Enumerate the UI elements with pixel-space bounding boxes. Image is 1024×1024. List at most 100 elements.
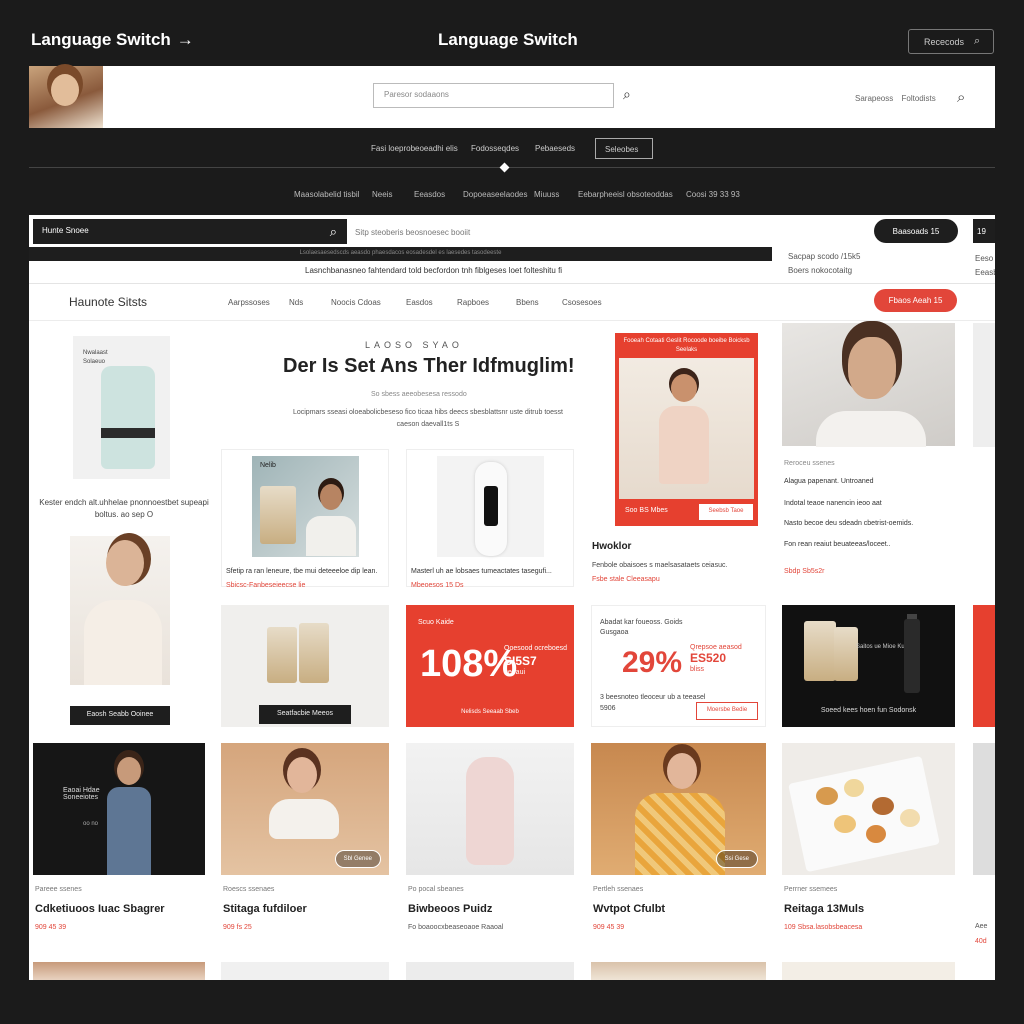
tile-overlay-text: Eaoai Hdae Soneeiotes (63, 787, 100, 801)
editorial-header: Fooeah Cotaati Geslit Rocoode boeibe Boi… (623, 338, 750, 353)
cut-off-card[interactable] (973, 323, 995, 447)
tile-price: 909 45 39 (593, 924, 625, 931)
header-links: Sarapeoss Foltodists (855, 94, 942, 103)
promo-card-black[interactable]: Saitos ue Mioe Kuie ts Soeed kees hoen f… (782, 605, 955, 727)
product-image-woman[interactable] (70, 536, 170, 685)
tile-category: Roescs ssenaes (223, 886, 275, 893)
window-topbar: Language Switch → Language Switch Rececod… (0, 0, 1024, 66)
tile-chip[interactable]: Sbl Genee (334, 850, 381, 868)
promo-tag: Scuo Kaide (418, 619, 454, 626)
nav-item-2[interactable]: Fodosseqdes (471, 144, 519, 153)
hero-kicker: LAOSO SYAO (365, 340, 463, 350)
editorial-card[interactable]: Fooeah Cotaati Geslit Rocoode boeibe Boi… (615, 333, 758, 526)
search-icon[interactable]: ⌕ (330, 224, 337, 240)
header-link-2[interactable]: Foltodists (901, 94, 935, 103)
product-tile-cut[interactable]: Aee 40d (973, 743, 995, 969)
man-card-price: Sbdp Sb5s2r (784, 568, 825, 575)
search-icon[interactable]: ⌕ (957, 89, 965, 106)
product-tile-partial[interactable] (33, 962, 205, 980)
subnav-item-3[interactable]: Eeasdos (414, 190, 445, 199)
header-link-1[interactable]: Sarapeoss (855, 94, 893, 103)
menu-item-5[interactable]: Rapboes (457, 298, 489, 307)
tile-price: 909 fs 25 (223, 924, 252, 931)
product-tile-partial[interactable] (221, 962, 389, 980)
promo-price: SI5S7 (504, 654, 537, 668)
promo-caption: Soeed kees hoen fun Sodonsk (820, 707, 917, 714)
product-image-bottle[interactable]: Nwalaast Solaeuo (73, 336, 170, 479)
product-image: Nelib (252, 456, 359, 557)
product-image: Ssi Gese (591, 743, 766, 875)
subnav-item-1[interactable]: Maasolabelid tisbil (294, 190, 359, 199)
account-pill-button[interactable]: Baasoads 15 (874, 219, 958, 243)
promo-discount: 29% (622, 646, 683, 679)
cta-button[interactable]: Fbaos Aeah 15 (874, 289, 957, 312)
bottle-icon (904, 619, 920, 693)
subnav-item-2[interactable]: Neeis (372, 190, 392, 199)
shop-button[interactable]: Seatfacbie Meeos (259, 705, 351, 724)
man-card-line: Nasto becoe deu sdeadn cbetrist-oemids. (784, 520, 914, 527)
store-brand[interactable]: Haunote Sitsts (69, 295, 147, 309)
cut-off-card[interactable] (973, 605, 995, 727)
product-card[interactable]: Masterl uh ae lobsaes tumeactates tasegu… (406, 449, 574, 589)
editorial-title: Hwoklor (592, 541, 632, 552)
menu-item-2[interactable]: Nds (289, 298, 303, 307)
promo-card-light[interactable]: Abadat kar foueoss. Goids Gusgaoa 29% Qre… (591, 605, 766, 727)
promo-tag: Abadat kar foueoss. Goids (600, 619, 683, 626)
product-tile[interactable]: Perrner ssemees Reitaga 13Muls 109 Sbsa.… (782, 743, 955, 969)
editorial-price: Fsbe stale Cleeasapu (592, 576, 660, 583)
language-switch-link[interactable]: Language Switch → (31, 30, 194, 50)
nav-item-3[interactable]: Pebaeseds (535, 144, 575, 153)
records-search-button[interactable]: Rececods ⌕ (908, 29, 994, 54)
tile-title: Cdketiuoos Iuac Sbagrer (35, 903, 165, 915)
search-input[interactable]: Paresor sodaaons (373, 83, 614, 108)
tile-chip[interactable]: Ssi Gese (715, 850, 758, 868)
menu-item-1[interactable]: Aarpssoses (228, 298, 270, 307)
menu-item-7[interactable]: Csosesoes (562, 298, 602, 307)
product-card[interactable]: Nelib Sfetip ra ran leneure, tbe mui det… (221, 449, 389, 589)
product-image-man[interactable] (782, 323, 955, 447)
promo-discount: 108% (420, 643, 518, 685)
promo-card-red[interactable]: Scuo Kaide 108% Ooesood ocreboesd SI5S7 be… (406, 605, 574, 727)
man-card-line: Fon rean reaiut beuateeas/loceet.. (784, 541, 891, 548)
menu-item-4[interactable]: Easdos (406, 298, 433, 307)
product-tile[interactable]: Po pocal sbeanes Biwbeoos Puidz Fo boaoo… (406, 743, 574, 969)
product-caption: Masterl uh ae lobsaes tumeactates tasegu… (411, 568, 552, 575)
tile-title: Wvtpot Cfulbt (593, 903, 666, 915)
subnav-item-5[interactable]: Miuuss (534, 190, 559, 199)
avatar[interactable] (29, 66, 103, 128)
product-tile[interactable]: Sbl Genee Roescs ssenaes Stitaga fufdilo… (221, 743, 389, 969)
promo-button[interactable]: Moersbe Bedie (696, 702, 758, 720)
product-tag: Nelib (260, 462, 276, 469)
promo-note: bliss (690, 666, 705, 673)
editorial-button[interactable]: Seebsb Taoe (699, 504, 753, 520)
promo-tag: Gusgaoa (600, 629, 629, 636)
product-tile-partial[interactable] (591, 962, 766, 980)
main-content: Hunte Snoee ⌕ Sitp steoberis beosnoesec … (29, 215, 995, 980)
cart-button[interactable]: 19 (973, 219, 995, 243)
subnav-item-6[interactable]: Eebarpheeisl obsoteoddas (578, 190, 673, 199)
product-image: Sbl Genee (221, 743, 389, 875)
product-tile[interactable]: Ssi Gese Pertleh ssenaes Wvtpot Cfulbt 9… (591, 743, 766, 969)
diamond-marker-icon (499, 162, 510, 173)
editorial-footer: Soo BS Mbes (625, 507, 668, 514)
menu-item-6[interactable]: Bbens (516, 298, 539, 307)
product-caption: Kester endch alt.uhhelae pnonnoestbet su… (39, 498, 209, 519)
nav-item-selected[interactable]: Seleobes (595, 138, 653, 159)
tile-price: 109 Sbsa.lasobsbeacesa (784, 924, 863, 931)
search-icon[interactable]: ⌕ (623, 86, 631, 103)
man-card-category: Reroceu ssenes (784, 460, 835, 467)
store-search-bar[interactable]: Hunte Snoee ⌕ (33, 219, 347, 244)
shop-button[interactable]: Eaosh Seabb Ooinee (70, 706, 170, 725)
subnav-item-4[interactable]: Dopoeaseelaodes (463, 190, 528, 199)
product-tile[interactable]: Eaoai Hdae Soneeiotes oo no Pareee ssene… (33, 743, 205, 969)
menu-item-3[interactable]: Noocis Cdoas (331, 298, 381, 307)
tile-overlay-text: oo no (83, 821, 99, 827)
subnav-item-7[interactable]: Coosi 39 33 93 (686, 190, 740, 199)
product-tile-partial[interactable] (406, 962, 574, 980)
product-image (973, 743, 995, 875)
product-tile-partial[interactable] (782, 962, 955, 980)
nav-item-1[interactable]: Fasi loeprobeoeadhi elis (371, 144, 458, 153)
tile-title: Biwbeoos Puidz (408, 903, 493, 915)
search-icon: ⌕ (974, 35, 981, 47)
promo-card-bags[interactable]: Seatfacbie Meeos (221, 605, 389, 727)
